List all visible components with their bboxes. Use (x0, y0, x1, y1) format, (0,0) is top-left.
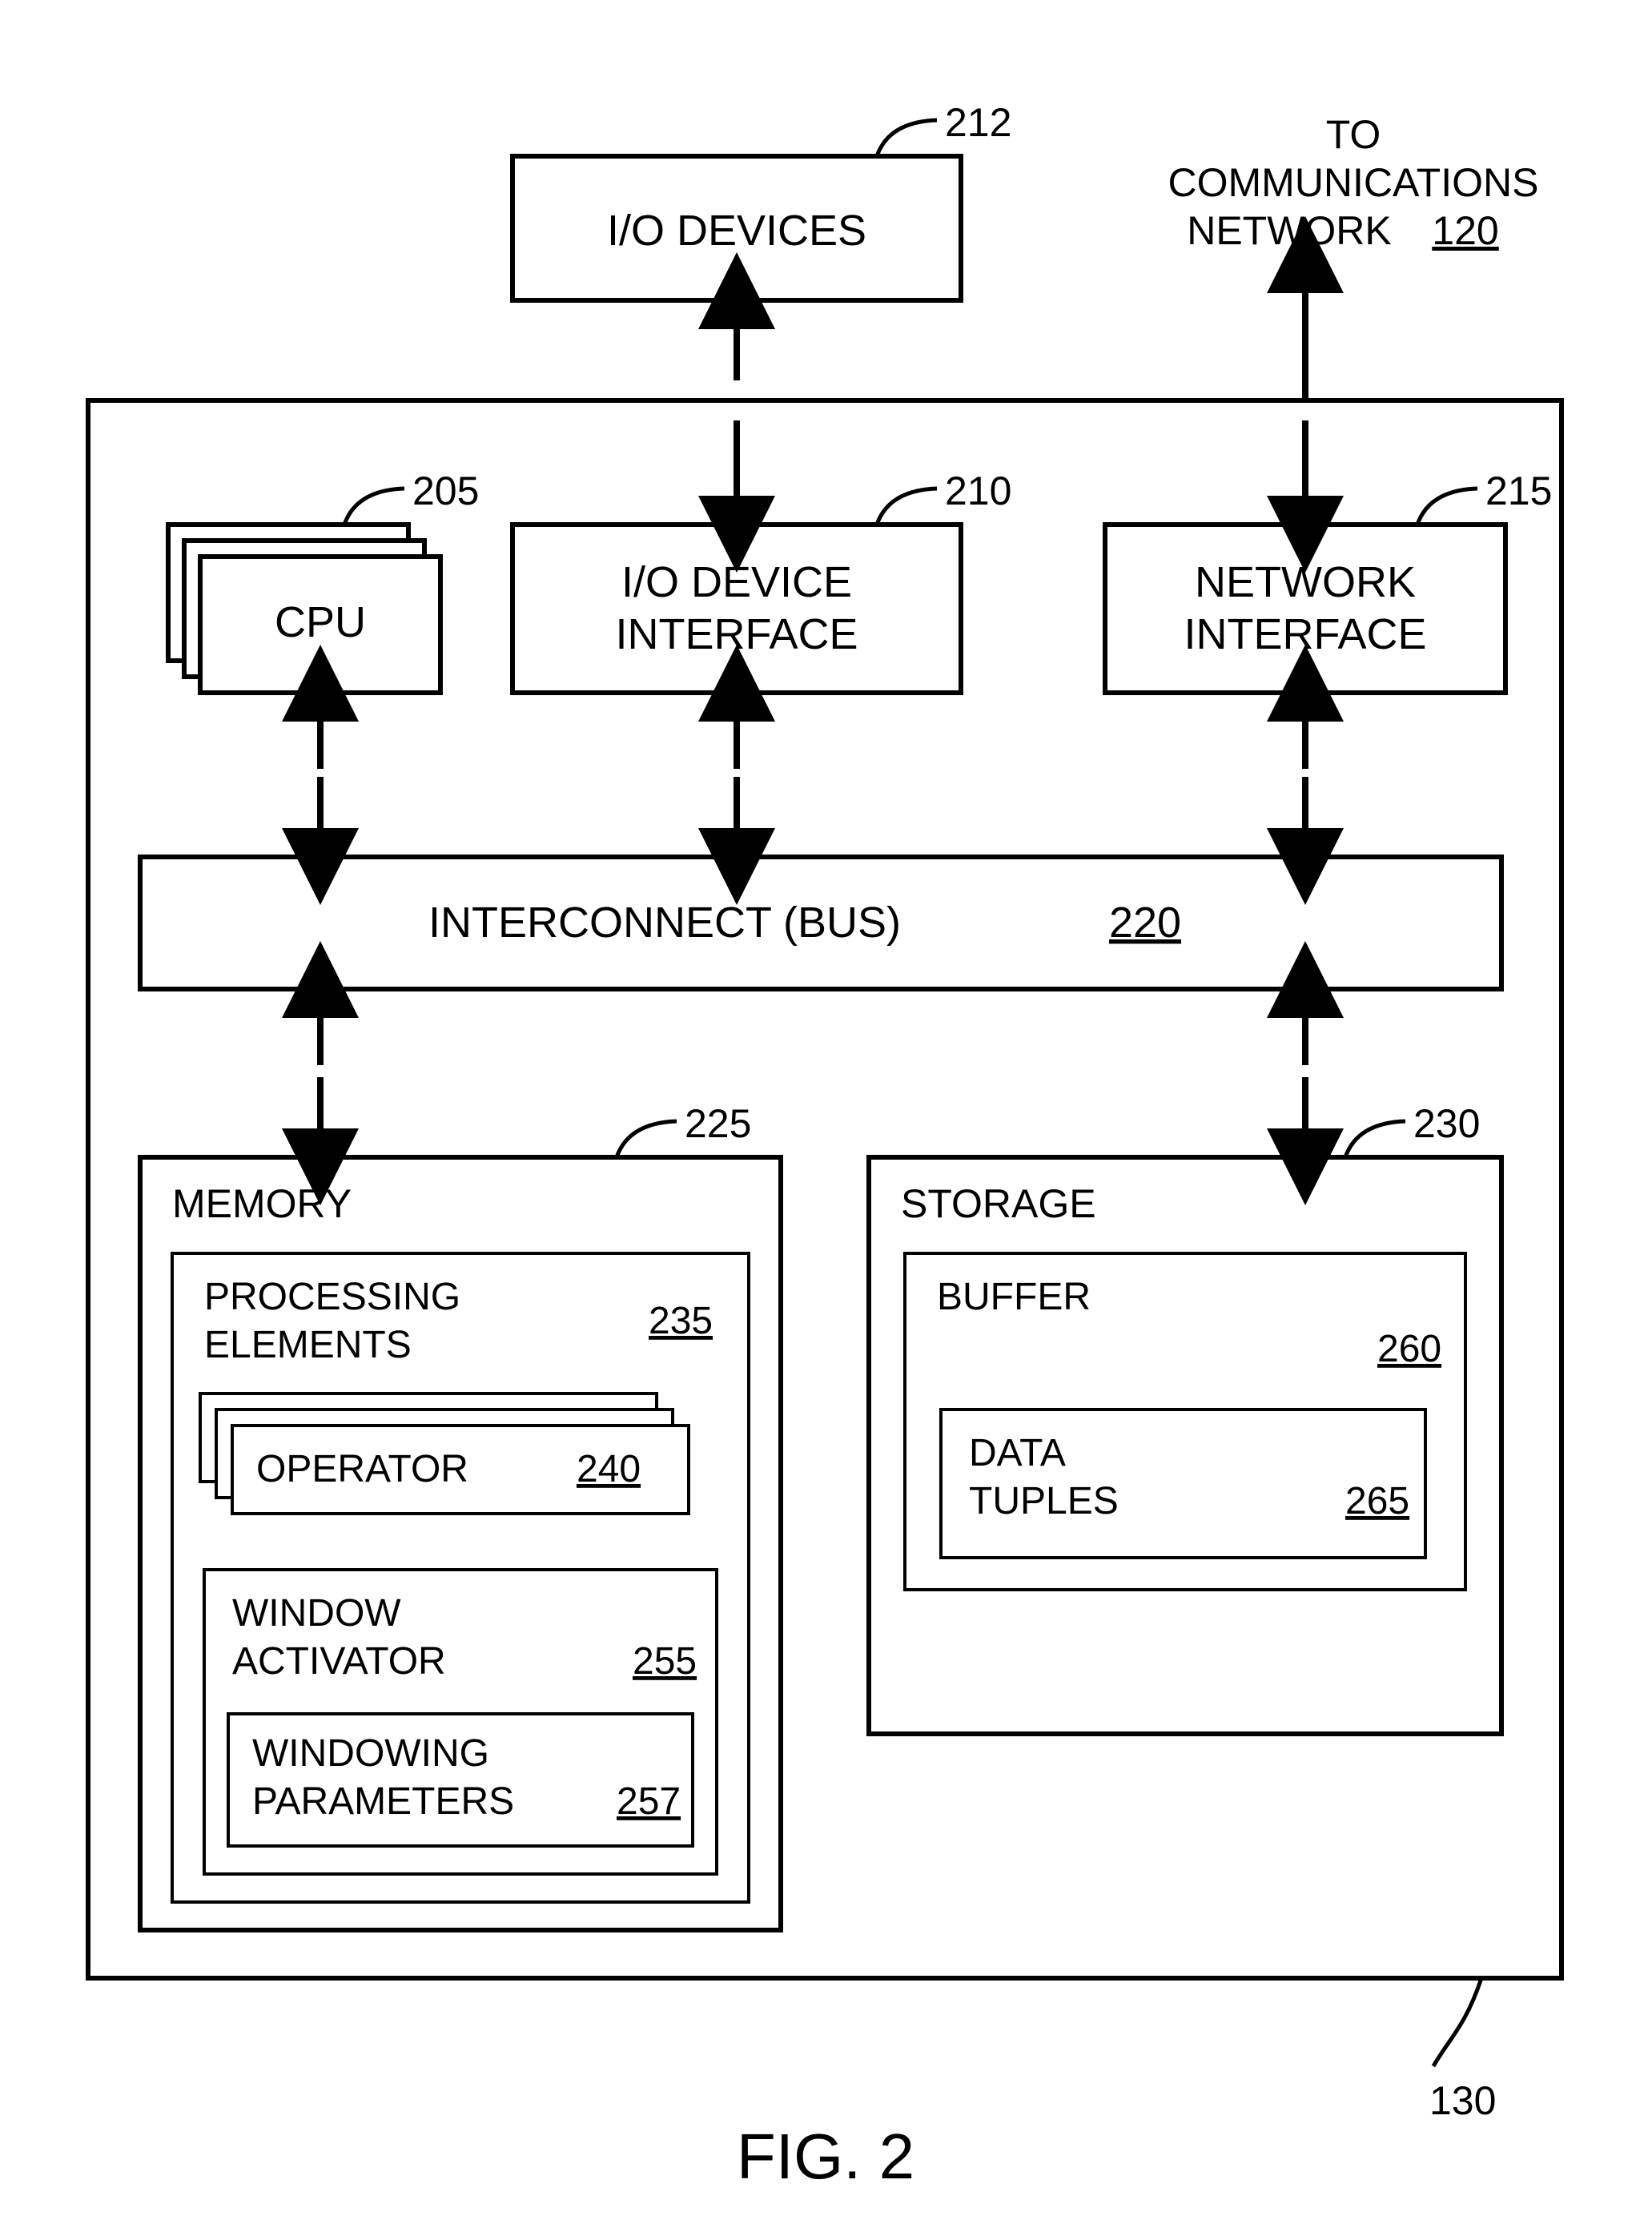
figure-caption: FIG. 2 (737, 2121, 914, 2192)
bus-block: INTERCONNECT (BUS) 220 (140, 857, 1501, 989)
svg-text:WINDOWING: WINDOWING (252, 1732, 489, 1775)
svg-text:DATA: DATA (969, 1432, 1066, 1474)
storage-label: STORAGE (901, 1181, 1096, 1226)
network-interface-block: NETWORK INTERFACE (1105, 525, 1505, 693)
svg-text:OPERATOR: OPERATOR (256, 1448, 468, 1490)
svg-text:INTERFACE: INTERFACE (1184, 610, 1426, 658)
svg-text:INTERFACE: INTERFACE (615, 610, 858, 658)
svg-text:TO: TO (1326, 112, 1381, 157)
svg-text:COMMUNICATIONS: COMMUNICATIONS (1168, 160, 1539, 205)
window-activator-block: WINDOW ACTIVATOR 255 WINDOWING PARAMETER… (204, 1570, 717, 1874)
ref-240: 240 (577, 1448, 641, 1490)
ref-257: 257 (617, 1780, 681, 1823)
svg-text:NETWORK: NETWORK (1195, 558, 1416, 606)
svg-text:TUPLES: TUPLES (969, 1480, 1119, 1522)
svg-text:I/O DEVICE: I/O DEVICE (621, 558, 852, 606)
ref-235: 235 (649, 1300, 713, 1342)
ref-210: 210 (945, 469, 1011, 513)
diagram-canvas: I/O DEVICES 212 TO COMMUNICATIONS NETWOR… (0, 0, 1652, 2224)
io-interface-block: I/O DEVICE INTERFACE (512, 525, 961, 693)
ref-265: 265 (1345, 1480, 1409, 1522)
ref-260: 260 (1377, 1328, 1441, 1370)
bus-label: INTERCONNECT (BUS) (428, 899, 901, 947)
ref-205: 205 (412, 469, 479, 513)
ref-230: 230 (1413, 1101, 1480, 1146)
svg-text:BUFFER: BUFFER (937, 1276, 1091, 1318)
ref-255: 255 (633, 1640, 697, 1683)
lead-212 (877, 120, 937, 156)
operator-block: OPERATOR 240 (200, 1394, 689, 1514)
svg-text:ACTIVATOR: ACTIVATOR (232, 1640, 446, 1683)
svg-text:NETWORK: NETWORK (1187, 208, 1392, 253)
svg-text:ELEMENTS: ELEMENTS (204, 1324, 412, 1366)
ref-212: 212 (945, 100, 1011, 145)
io-devices-label: I/O DEVICES (607, 207, 866, 255)
ref-225: 225 (685, 1101, 751, 1146)
cpu-block: CPU (168, 525, 440, 693)
memory-label: MEMORY (172, 1181, 352, 1226)
cpu-label: CPU (275, 598, 366, 646)
ref-130: 130 (1429, 2078, 1496, 2123)
ref-120: 120 (1432, 208, 1498, 253)
comms-network-label: TO COMMUNICATIONS NETWORK 120 (1168, 112, 1539, 253)
svg-text:PARAMETERS: PARAMETERS (252, 1780, 514, 1823)
io-devices-block: I/O DEVICES (512, 156, 961, 300)
buffer-block: BUFFER 260 DATA TUPLES 265 (905, 1253, 1465, 1590)
svg-text:WINDOW: WINDOW (232, 1592, 401, 1635)
ref-220: 220 (1109, 899, 1181, 947)
ref-215: 215 (1485, 469, 1552, 513)
lead-130 (1433, 1978, 1481, 2066)
svg-text:PROCESSING: PROCESSING (204, 1276, 460, 1318)
